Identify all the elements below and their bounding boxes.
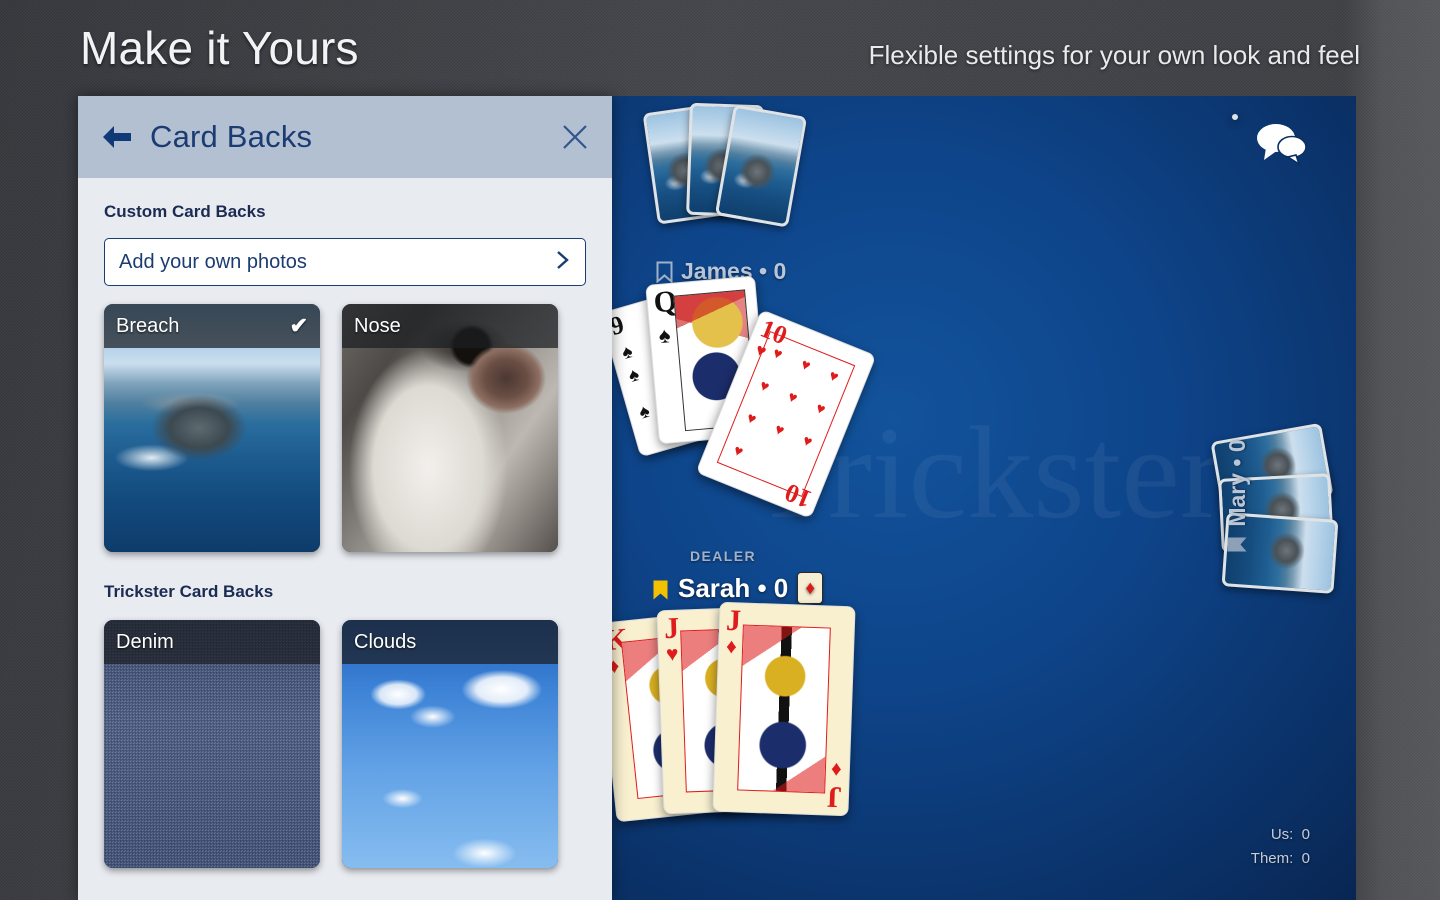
card-back-tile-denim-label: Denim <box>116 630 174 653</box>
checkmark-icon: ✔ <box>289 313 308 338</box>
player-label-mary: Mary • 0 <box>1217 411 1257 581</box>
card-back-tile-breach-caption: Breach ✔ <box>104 304 320 348</box>
back-arrow-icon[interactable] <box>100 122 134 152</box>
score-them: Them: 0 <box>1251 847 1310 872</box>
card-back-tile-breach[interactable]: Breach ✔ <box>104 304 320 552</box>
spacer <box>1232 114 1238 120</box>
chat-bubbles-icon[interactable] <box>1252 120 1308 166</box>
player-label-sarah-text: Sarah • 0 <box>678 572 789 603</box>
section-heading-trickster: Trickster Card Backs <box>104 582 274 601</box>
scoreboard: Us: 0 Them: 0 <box>1251 823 1310 873</box>
card-back-tile-nose-caption: Nose <box>342 304 558 348</box>
hand-card-jack-diamonds-rank-br: J <box>826 780 843 815</box>
card-back-tile-denim[interactable]: Denim <box>104 620 320 868</box>
page-subtitle: Flexible settings for your own look and … <box>868 40 1360 70</box>
trump-suit-symbol: ♦ <box>805 577 816 599</box>
hand-card-jack-diamonds-rank: J <box>725 603 742 638</box>
section-heading-custom: Custom Card Backs <box>104 202 266 221</box>
card-back-tile-breach-label: Breach <box>116 314 180 337</box>
add-your-own-photos-button[interactable]: Add your own photos <box>104 238 586 286</box>
trump-suit-chip: ♦ <box>797 572 824 604</box>
close-icon[interactable] <box>560 122 590 152</box>
score-us: Us: 0 <box>1251 823 1310 848</box>
panel-title: Card Backs <box>150 119 313 154</box>
bookmark-outline-icon <box>656 261 673 284</box>
page-header: Make it Yours Flexible settings for your… <box>0 0 1440 96</box>
score-them-label: Them: <box>1250 850 1294 868</box>
hand-card-jack-diamonds[interactable]: J ♦ J ♦ <box>712 601 856 817</box>
card-back-tile-nose[interactable]: Nose <box>342 304 558 552</box>
card-back-tile-clouds-caption: Clouds <box>342 620 558 664</box>
page-title: Make it Yours <box>80 22 359 74</box>
chevron-right-icon <box>555 249 571 276</box>
game-board: Trickster James • 0 9 ♠ ♠ ♠ ♠ ♠ Q ♠ ♠ <box>612 96 1356 900</box>
dealer-label: DEALER <box>690 548 756 564</box>
card-backs-panel: Card Backs Custom Card Backs Add your ow… <box>78 96 612 900</box>
score-them-value: 0 <box>1301 850 1310 868</box>
player-label-mary-text: Mary • 0 <box>1223 439 1250 527</box>
card-back-tile-clouds[interactable]: Clouds <box>342 620 558 868</box>
player-label-sarah: Sarah • 0 ♦ <box>652 572 824 604</box>
card-back-tile-clouds-label: Clouds <box>354 630 417 653</box>
hand-card-jack-hearts-rank: J <box>663 611 680 646</box>
panel-header: Card Backs <box>78 96 612 178</box>
trickster-card-back-tiles: Denim Clouds <box>78 620 612 868</box>
trick-card-9-spades-rank: 9 <box>612 309 628 342</box>
bookmark-filled-icon <box>1226 536 1248 553</box>
card-back-tile-denim-caption: Denim <box>104 620 320 664</box>
add-your-own-photos-label: Add your own photos <box>119 250 307 273</box>
score-us-value: 0 <box>1301 825 1310 843</box>
custom-card-back-tiles: Breach ✔ Nose <box>78 304 612 552</box>
score-us-label: Us: <box>1270 825 1294 843</box>
card-back-tile-nose-label: Nose <box>354 314 401 337</box>
hand-card-jack-diamonds-face <box>736 624 832 794</box>
bookmark-gold-icon <box>652 577 669 600</box>
